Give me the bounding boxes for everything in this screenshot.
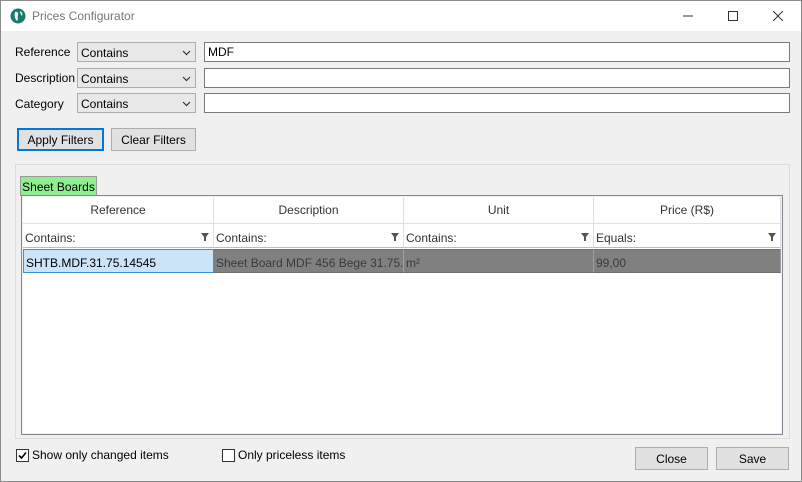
maximize-button[interactable]: [710, 1, 756, 31]
reference-filter-input[interactable]: MDF: [204, 42, 790, 62]
close-button[interactable]: Close: [635, 447, 708, 470]
filter-operator-text: Contains:: [216, 231, 267, 245]
category-filter-input[interactable]: [204, 93, 790, 113]
cell-description[interactable]: Sheet Board MDF 456 Bege 31.75...: [214, 249, 404, 273]
column-header-description[interactable]: Description: [214, 197, 404, 224]
apply-filters-button[interactable]: Apply Filters: [17, 128, 104, 151]
checkmark-icon: [18, 451, 27, 460]
tab-sheet-boards[interactable]: Sheet Boards: [20, 176, 97, 196]
prices-configurator-window: Prices Configurator Reference Contains M…: [0, 0, 802, 482]
grid-body: Reference Description Unit Price (R$) Co…: [23, 197, 781, 433]
minimize-icon: [683, 15, 693, 17]
reference-mode-select[interactable]: Contains: [77, 42, 196, 62]
column-filter-unit[interactable]: Contains:: [404, 224, 594, 248]
priceless-checkbox[interactable]: [222, 449, 235, 462]
filter-funnel-icon[interactable]: [581, 233, 589, 241]
filter-operator-text: Equals:: [596, 231, 637, 245]
category-mode-select[interactable]: Contains: [77, 93, 196, 113]
filter-operator-text: Contains:: [406, 231, 457, 245]
maximize-icon: [728, 11, 738, 21]
cell-unit[interactable]: m²: [404, 249, 594, 273]
description-mode-value: Contains: [81, 72, 129, 86]
column-filter-price[interactable]: Equals:: [594, 224, 781, 248]
save-button[interactable]: Save: [716, 447, 789, 470]
column-filter-reference[interactable]: Contains:: [23, 224, 214, 248]
chevron-down-icon: [182, 101, 191, 107]
description-filter-input[interactable]: [204, 68, 790, 88]
close-icon: [773, 11, 783, 21]
show-changed-checkbox[interactable]: [16, 449, 29, 462]
clear-filters-button[interactable]: Clear Filters: [111, 128, 196, 151]
filter-funnel-icon[interactable]: [768, 233, 776, 241]
description-mode-select[interactable]: Contains: [77, 68, 196, 88]
window-title: Prices Configurator: [32, 9, 135, 23]
category-label: Category: [15, 97, 64, 111]
reference-mode-value: Contains: [81, 46, 129, 60]
column-filter-description[interactable]: Contains:: [214, 224, 404, 248]
filter-funnel-icon[interactable]: [201, 233, 209, 241]
column-header-reference[interactable]: Reference: [23, 197, 214, 224]
priceless-label[interactable]: Only priceless items: [238, 448, 345, 462]
cell-reference[interactable]: SHTB.MDF.31.75.14545: [23, 249, 214, 273]
chevron-down-icon: [182, 50, 191, 56]
title-bar[interactable]: Prices Configurator: [1, 1, 801, 31]
prices-grid: Reference Description Unit Price (R$) Co…: [21, 195, 783, 435]
description-label: Description: [15, 71, 76, 85]
category-mode-value: Contains: [81, 97, 129, 111]
minimize-button[interactable]: [665, 1, 711, 31]
column-header-price[interactable]: Price (R$): [594, 197, 781, 224]
filter-funnel-icon[interactable]: [391, 233, 399, 241]
filter-operator-text: Contains:: [25, 231, 76, 245]
app-globe-icon: [10, 8, 26, 24]
cell-price[interactable]: 99,00: [594, 249, 781, 273]
reference-label: Reference: [15, 45, 71, 59]
show-changed-label[interactable]: Show only changed items: [32, 448, 169, 462]
chevron-down-icon: [182, 76, 191, 82]
column-header-unit[interactable]: Unit: [404, 197, 594, 224]
close-window-button[interactable]: [755, 1, 801, 31]
